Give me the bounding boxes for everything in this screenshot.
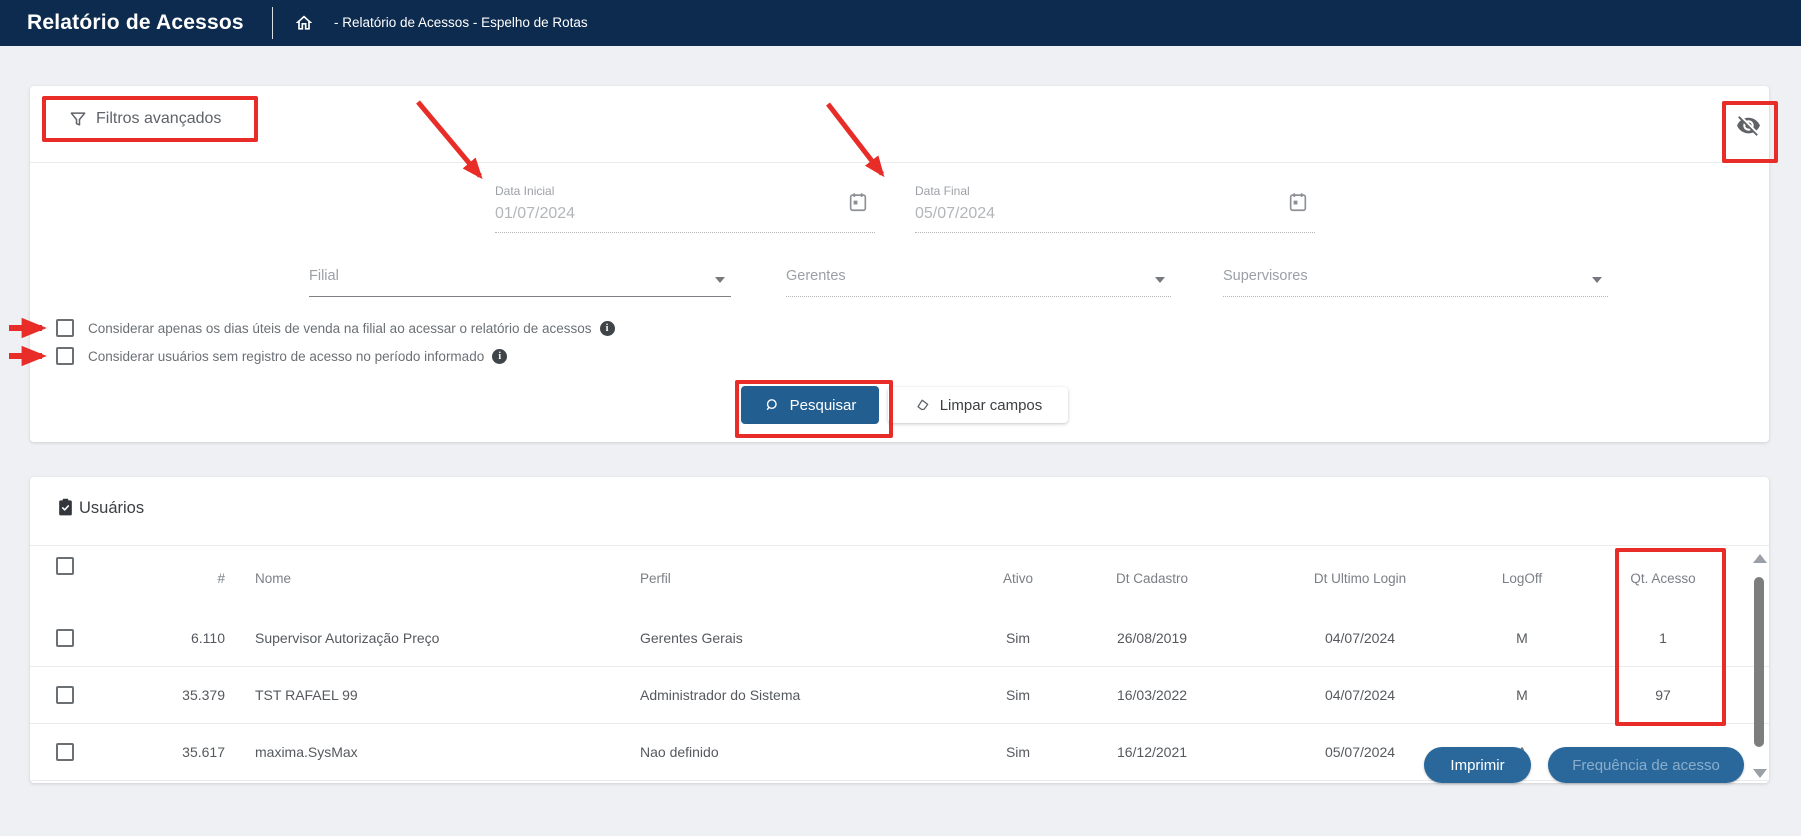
cell-nome: TST RAFAEL 99: [255, 687, 595, 703]
info-icon[interactable]: i: [600, 321, 615, 336]
date-initial-field[interactable]: Data Inicial 01/07/2024: [495, 182, 875, 233]
cell-id: 6.110: [125, 630, 225, 646]
date-final-field[interactable]: Data Final 05/07/2024: [915, 182, 1315, 233]
users-card: Usuários # Nome Perfil Ativo Dt Cadastro…: [30, 477, 1769, 783]
business-days-label: Considerar apenas os dias úteis de venda…: [88, 321, 592, 336]
col-header-ativo[interactable]: Ativo: [948, 571, 1088, 586]
cell-logoff: M: [1462, 630, 1582, 646]
calendar-icon[interactable]: [1287, 191, 1309, 213]
filters-title: Filtros avançados: [96, 110, 221, 128]
col-header-perfil[interactable]: Perfil: [640, 571, 980, 586]
col-header-dt-cadastro[interactable]: Dt Cadastro: [1072, 571, 1232, 586]
app-title: Relatório de Acessos: [27, 11, 244, 35]
cell-perfil: Gerentes Gerais: [640, 630, 980, 646]
top-navbar: Relatório de Acessos - Relatório de Aces…: [0, 0, 1801, 46]
scrollbar-thumb[interactable]: [1754, 577, 1764, 747]
clipboard-check-icon: [56, 497, 75, 518]
filter-header-divider: [30, 162, 1769, 163]
access-frequency-button[interactable]: Frequência de acesso: [1548, 747, 1744, 783]
scroll-down-icon[interactable]: [1753, 769, 1767, 778]
cell-dt-ultimo-login: 04/07/2024: [1280, 687, 1440, 703]
col-header-dt-ultimo-login[interactable]: Dt Ultimo Login: [1280, 571, 1440, 586]
search-button[interactable]: Pesquisar: [741, 386, 879, 424]
cell-id: 35.379: [125, 687, 225, 703]
cell-qt-acesso: 97: [1603, 687, 1723, 703]
cell-dt-ultimo-login: 05/07/2024: [1280, 744, 1440, 760]
date-final-label: Data Final: [915, 182, 1315, 198]
cell-dt-cadastro: 16/03/2022: [1072, 687, 1232, 703]
cell-perfil: Nao definido: [640, 744, 980, 760]
navbar-divider: [272, 7, 273, 39]
breadcrumb: - Relatório de Acessos - Espelho de Rota…: [334, 15, 588, 30]
col-header-id[interactable]: #: [125, 571, 225, 586]
cell-dt-cadastro: 16/12/2021: [1072, 744, 1232, 760]
eye-off-icon[interactable]: [1736, 113, 1761, 138]
filial-select[interactable]: Filial: [309, 262, 731, 297]
cell-dt-cadastro: 26/08/2019: [1072, 630, 1232, 646]
supervisores-label: Supervisores: [1223, 262, 1608, 284]
cell-id: 35.617: [125, 744, 225, 760]
print-button[interactable]: Imprimir: [1424, 747, 1531, 783]
checkbox-row-no-access: Considerar usuários sem registro de aces…: [56, 346, 507, 366]
cell-perfil: Administrador do Sistema: [640, 687, 980, 703]
print-button-label: Imprimir: [1450, 757, 1504, 774]
col-header-qt-acesso[interactable]: Qt. Acesso: [1603, 571, 1723, 586]
users-title: Usuários: [79, 499, 144, 518]
clear-fields-button[interactable]: Limpar campos: [888, 387, 1068, 423]
row-checkbox[interactable]: [56, 629, 74, 647]
filial-label: Filial: [309, 262, 731, 284]
table-row: 6.110 Supervisor Autorização Preço Geren…: [30, 610, 1769, 667]
row-checkbox[interactable]: [56, 686, 74, 704]
calendar-icon[interactable]: [847, 191, 869, 213]
home-icon[interactable]: [294, 13, 314, 33]
no-access-checkbox[interactable]: [56, 347, 74, 365]
chevron-down-icon: [1592, 277, 1602, 283]
select-all-checkbox[interactable]: [56, 557, 74, 575]
gerentes-select[interactable]: Gerentes: [786, 262, 1171, 297]
business-days-checkbox[interactable]: [56, 319, 74, 337]
cell-logoff: M: [1462, 687, 1582, 703]
cell-ativo: Sim: [948, 687, 1088, 703]
chevron-down-icon: [1155, 277, 1165, 283]
no-access-label: Considerar usuários sem registro de aces…: [88, 349, 484, 364]
table-header-row: # Nome Perfil Ativo Dt Cadastro Dt Ultim…: [30, 545, 1769, 611]
funnel-icon: [68, 109, 88, 129]
supervisores-select[interactable]: Supervisores: [1223, 262, 1608, 297]
date-final-value: 05/07/2024: [915, 205, 1315, 223]
cell-nome: maxima.SysMax: [255, 744, 595, 760]
clear-fields-label: Limpar campos: [940, 397, 1043, 414]
cell-ativo: Sim: [948, 744, 1088, 760]
cell-qt-acesso: 1: [1603, 630, 1723, 646]
checkbox-row-business-days: Considerar apenas os dias úteis de venda…: [56, 318, 615, 338]
search-button-label: Pesquisar: [790, 397, 857, 414]
gerentes-label: Gerentes: [786, 262, 1171, 284]
col-header-logoff[interactable]: LogOff: [1462, 571, 1582, 586]
date-initial-value: 01/07/2024: [495, 205, 875, 223]
access-frequency-label: Frequência de acesso: [1572, 757, 1720, 774]
advanced-filters-card: Filtros avançados Data Inicial 01/07/202…: [30, 86, 1769, 442]
cell-nome: Supervisor Autorização Preço: [255, 630, 595, 646]
info-icon[interactable]: i: [492, 349, 507, 364]
col-header-nome[interactable]: Nome: [255, 571, 595, 586]
table-row: 35.379 TST RAFAEL 99 Administrador do Si…: [30, 667, 1769, 724]
cell-ativo: Sim: [948, 630, 1088, 646]
date-initial-label: Data Inicial: [495, 182, 875, 198]
scroll-up-icon[interactable]: [1753, 554, 1767, 563]
chevron-down-icon: [715, 277, 725, 283]
row-checkbox[interactable]: [56, 743, 74, 761]
cell-dt-ultimo-login: 04/07/2024: [1280, 630, 1440, 646]
table-scrollbar[interactable]: [1751, 552, 1767, 780]
